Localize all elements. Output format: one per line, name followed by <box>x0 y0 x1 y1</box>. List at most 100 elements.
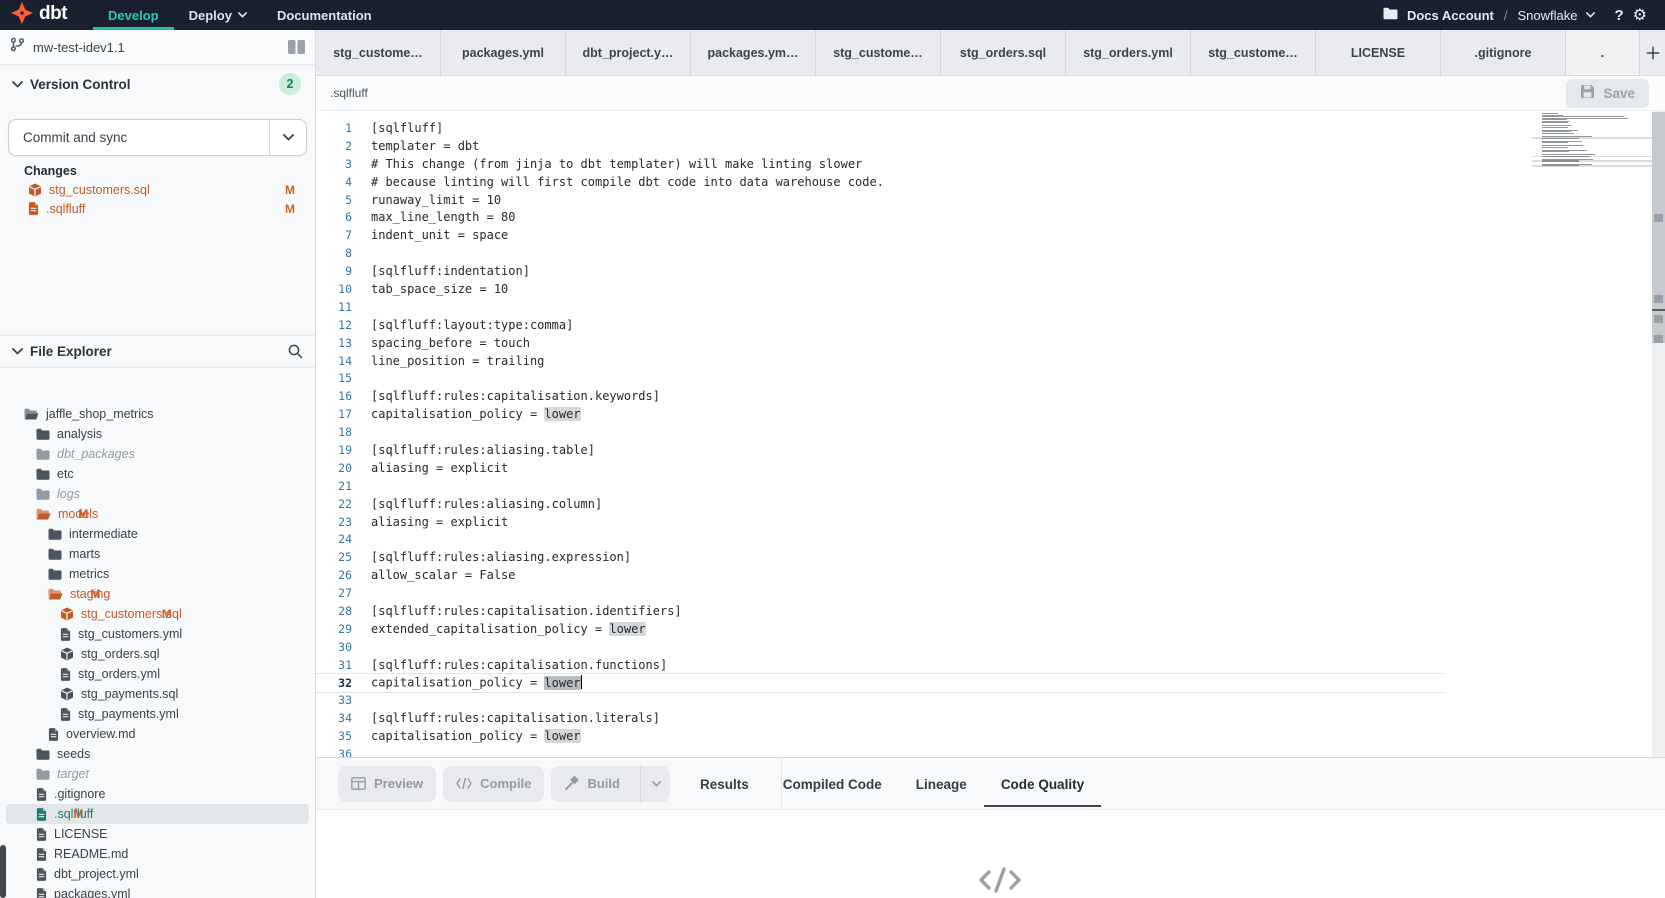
tree-item-stg-orders-yml[interactable]: stg_orders.yml <box>0 664 315 684</box>
save-button[interactable]: Save <box>1566 79 1649 108</box>
code-line[interactable]: 23aliasing = explicit <box>316 513 1665 531</box>
file-tab[interactable]: packages.yml <box>441 30 566 75</box>
new-tab-button[interactable] <box>1640 30 1665 75</box>
file-tab[interactable]: stg_custome… <box>316 30 441 75</box>
tree-item-target[interactable]: target <box>0 764 315 784</box>
file-tab[interactable]: stg_orders.yml <box>1066 30 1191 75</box>
gear-icon[interactable]: ⚙ <box>1633 7 1647 23</box>
editor-minimap[interactable] <box>1542 113 1652 168</box>
code-line[interactable]: 5runaway_limit = 10 <box>316 191 1665 209</box>
tree-item-dbt-packages[interactable]: dbt_packages <box>0 444 315 464</box>
code-line[interactable]: 24 <box>316 530 1665 548</box>
overflow-tab[interactable]: . <box>1566 30 1640 75</box>
editor-scrollbar[interactable] <box>1652 111 1665 757</box>
code-line[interactable]: 10tab_space_size = 10 <box>316 280 1665 298</box>
tree-item-stg-customers-yml[interactable]: stg_customers.yml <box>0 624 315 644</box>
code-line[interactable]: 1[sqlfluff] <box>316 119 1665 137</box>
nav-item-develop[interactable]: Develop <box>93 0 174 30</box>
tree-item-seeds[interactable]: seeds <box>0 744 315 764</box>
code-line[interactable]: 15 <box>316 369 1665 387</box>
tree-item-dbt-project-yml[interactable]: dbt_project.yml <box>0 864 315 884</box>
account-name[interactable]: Docs Account <box>1407 8 1494 23</box>
tab-lineage[interactable]: Lineage <box>916 758 967 810</box>
code-line[interactable]: 4# because linting will first compile db… <box>316 173 1665 191</box>
code-editor[interactable]: 1[sqlfluff]2templater = dbt3# This chang… <box>316 111 1665 757</box>
tree-item--gitignore[interactable]: .gitignore <box>0 784 315 804</box>
tree-item--sqlfluff[interactable]: .sqlfluffM <box>0 804 315 824</box>
search-icon[interactable] <box>288 344 303 359</box>
tree-item-logs[interactable]: logs <box>0 484 315 504</box>
file-tab[interactable]: stg_orders.sql <box>941 30 1066 75</box>
code-line[interactable]: 7indent_unit = space <box>316 226 1665 244</box>
tab-results[interactable]: Results <box>700 758 749 810</box>
code-line[interactable]: 34[sqlfluff:rules:capitalisation.literal… <box>316 709 1665 727</box>
code-line[interactable]: 21 <box>316 477 1665 495</box>
chevron-down-icon[interactable] <box>1586 12 1595 18</box>
tree-item-stg-payments-sql[interactable]: stg_payments.sql <box>0 684 315 704</box>
tree-item-intermediate[interactable]: intermediate <box>0 524 315 544</box>
help-icon[interactable]: ? <box>1614 7 1623 24</box>
tree-item-packages-yml[interactable]: packages.yml <box>0 884 315 898</box>
code-line[interactable]: 35capitalisation_policy = lower <box>316 727 1665 745</box>
code-line[interactable]: 27 <box>316 584 1665 602</box>
file-tab[interactable]: stg_custome… <box>816 30 941 75</box>
tree-item-staging[interactable]: stagingM <box>0 584 315 604</box>
commit-options-chevron[interactable] <box>269 120 306 155</box>
code-line[interactable]: 6max_line_length = 80 <box>316 208 1665 226</box>
file-tab[interactable]: packages.ym… <box>691 30 816 75</box>
tree-item-stg-orders-sql[interactable]: stg_orders.sql <box>0 644 315 664</box>
nav-item-deploy[interactable]: Deploy <box>174 0 262 30</box>
build-button[interactable]: Build <box>551 766 670 802</box>
code-line[interactable]: 9[sqlfluff:indentation] <box>316 262 1665 280</box>
code-line[interactable]: 31[sqlfluff:rules:capitalisation.functio… <box>316 656 1665 674</box>
connection-selector[interactable]: Snowflake <box>1518 8 1578 23</box>
preview-button[interactable]: Preview <box>338 766 436 802</box>
nav-item-documentation[interactable]: Documentation <box>262 0 387 30</box>
code-line[interactable]: 36 <box>316 745 1665 757</box>
version-control-header[interactable]: Version Control 2 <box>0 65 315 103</box>
tree-item-etc[interactable]: etc <box>0 464 315 484</box>
code-line[interactable]: 26allow_scalar = False <box>316 566 1665 584</box>
code-line[interactable]: 13spacing_before = touch <box>316 334 1665 352</box>
code-line[interactable]: 16[sqlfluff:rules:capitalisation.keyword… <box>316 387 1665 405</box>
tab-code-quality[interactable]: Code Quality <box>1001 758 1084 810</box>
file-explorer-header[interactable]: File Explorer <box>0 335 315 368</box>
code-line[interactable]: 25[sqlfluff:rules:aliasing.expression] <box>316 548 1665 566</box>
file-tab[interactable]: stg_custome… <box>1191 30 1316 75</box>
code-line[interactable]: 33 <box>316 692 1665 710</box>
code-line[interactable]: 17capitalisation_policy = lower <box>316 405 1665 423</box>
code-line[interactable]: 30 <box>316 638 1665 656</box>
file-tab[interactable]: dbt_project.y… <box>566 30 691 75</box>
tab-compiled-code[interactable]: Compiled Code <box>783 758 882 810</box>
tree-item-analysis[interactable]: analysis <box>0 424 315 444</box>
dbt-logo[interactable]: dbt <box>10 1 67 30</box>
compile-button[interactable]: Compile <box>443 766 544 802</box>
tree-item-readme-md[interactable]: README.md <box>0 844 315 864</box>
tree-item-marts[interactable]: marts <box>0 544 315 564</box>
file-tab[interactable]: .gitignore <box>1441 30 1566 75</box>
tree-item-license[interactable]: LICENSE <box>0 824 315 844</box>
columns-icon[interactable] <box>288 40 305 54</box>
code-line[interactable]: 20aliasing = explicit <box>316 459 1665 477</box>
tree-item-stg-customers-sql[interactable]: stg_customers.sqlM <box>0 604 315 624</box>
tree-item-metrics[interactable]: metrics <box>0 564 315 584</box>
code-line[interactable]: 29extended_capitalisation_policy = lower <box>316 620 1665 638</box>
code-line[interactable]: 3# This change (from jinja to dbt templa… <box>316 155 1665 173</box>
code-line[interactable]: 8 <box>316 244 1665 262</box>
change-item[interactable]: .sqlfluffM <box>0 199 315 218</box>
code-line[interactable]: 28[sqlfluff:rules:capitalisation.identif… <box>316 602 1665 620</box>
code-line[interactable]: 11 <box>316 298 1665 316</box>
code-line[interactable]: 2templater = dbt <box>316 137 1665 155</box>
tree-item-models[interactable]: modelsM <box>0 504 315 524</box>
file-tab[interactable]: LICENSE <box>1316 30 1441 75</box>
tree-item-overview-md[interactable]: overview.md <box>0 724 315 744</box>
code-line[interactable]: 12[sqlfluff:layout:type:comma] <box>316 316 1665 334</box>
tree-item-jaffle-shop-metrics[interactable]: jaffle_shop_metrics <box>0 404 315 424</box>
code-line[interactable]: 14line_position = trailing <box>316 352 1665 370</box>
commit-and-sync-button[interactable]: Commit and sync <box>8 119 307 156</box>
code-line[interactable]: 32capitalisation_policy = lower <box>316 674 1444 692</box>
sidebar-scrollbar-thumb[interactable] <box>0 845 6 898</box>
build-options-chevron[interactable] <box>640 766 661 802</box>
tree-item-stg-payments-yml[interactable]: stg_payments.yml <box>0 704 315 724</box>
code-line[interactable]: 18 <box>316 423 1665 441</box>
